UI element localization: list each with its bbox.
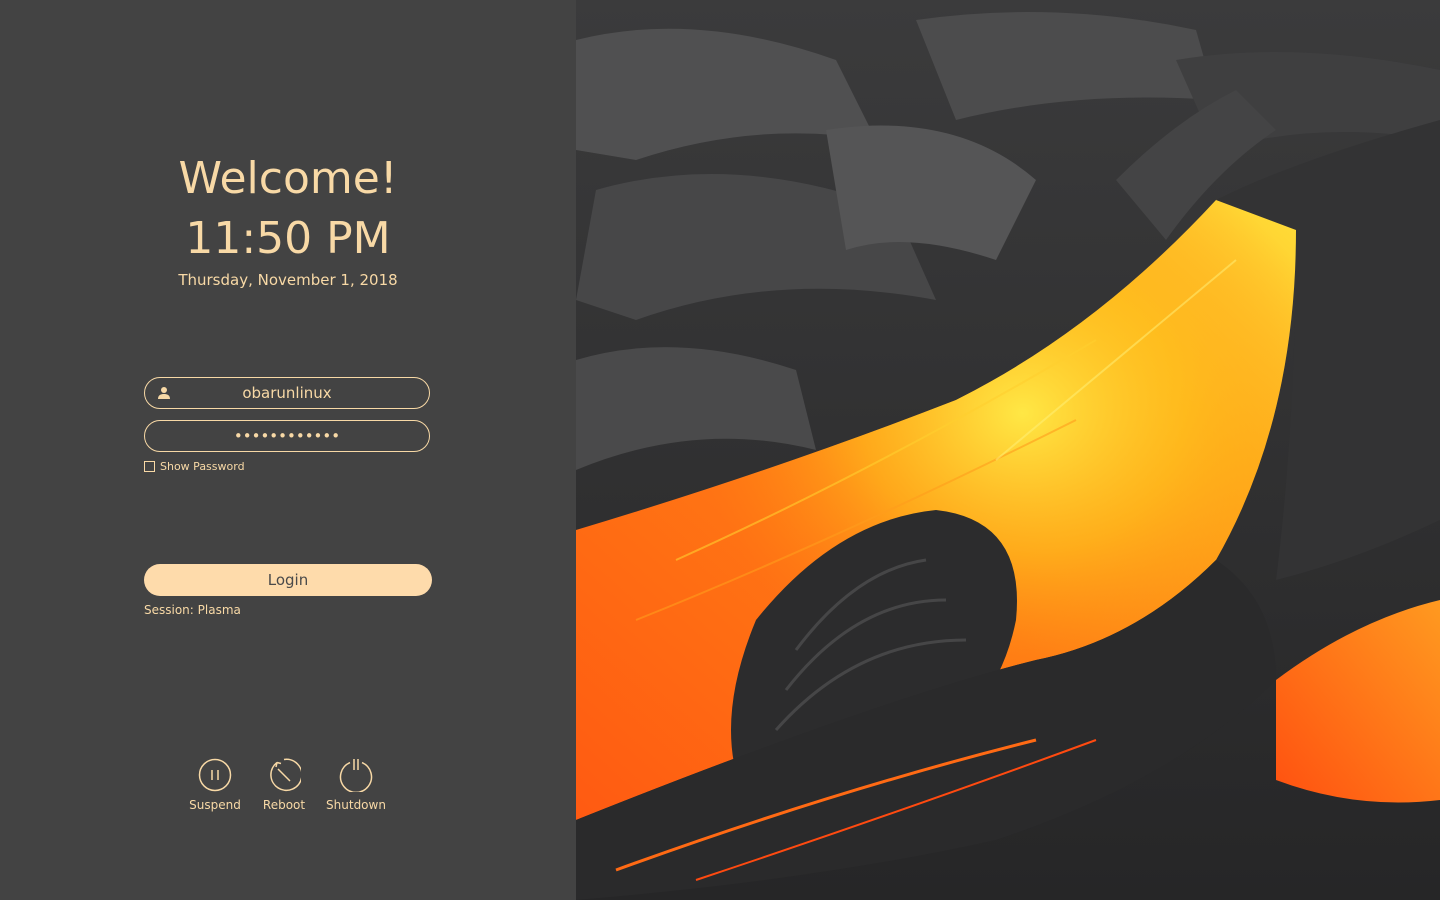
password-input[interactable] — [145, 421, 429, 451]
suspend-icon — [198, 758, 232, 792]
clock-time: 11:50 PM — [185, 213, 391, 264]
reboot-label: Reboot — [262, 798, 306, 812]
show-password-checkbox[interactable] — [144, 461, 155, 472]
login-button[interactable]: Login — [144, 564, 432, 596]
login-screen: Welcome! 11:50 PM Thursday, November 1, … — [0, 0, 1440, 900]
clock-date: Thursday, November 1, 2018 — [178, 271, 398, 289]
reboot-button[interactable]: Reboot — [244, 758, 324, 812]
username-field[interactable] — [144, 377, 430, 409]
login-panel: Welcome! 11:50 PM Thursday, November 1, … — [0, 0, 576, 900]
show-password-toggle[interactable]: Show Password — [144, 460, 245, 473]
password-field[interactable] — [144, 420, 430, 452]
shutdown-button[interactable]: Shutdown — [316, 758, 396, 812]
show-password-label: Show Password — [160, 460, 245, 473]
session-selector[interactable]: Session: Plasma — [144, 603, 241, 617]
shutdown-icon — [339, 759, 373, 792]
username-input[interactable] — [145, 378, 429, 408]
lava-image — [576, 0, 1440, 900]
reboot-icon — [270, 758, 301, 792]
shutdown-label: Shutdown — [326, 798, 386, 812]
suspend-button[interactable]: Suspend — [175, 758, 255, 812]
suspend-label: Suspend — [189, 798, 241, 812]
user-icon — [158, 387, 170, 399]
lava-wallpaper — [576, 0, 1440, 900]
welcome-heading: Welcome! — [178, 153, 398, 204]
